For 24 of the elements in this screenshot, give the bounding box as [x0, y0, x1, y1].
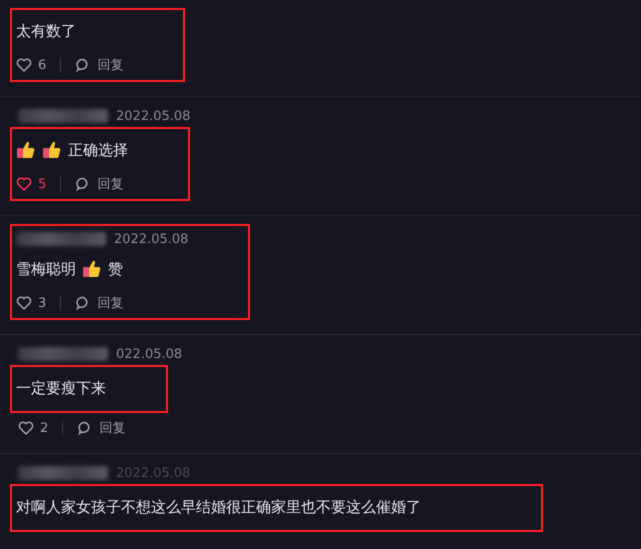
reply-link[interactable]: 回复: [97, 56, 124, 74]
comment-text: 雪梅聪明: [16, 259, 76, 280]
comment-text: 正确选择: [68, 140, 128, 161]
comment-text: 太有数了: [16, 21, 76, 42]
heart-icon[interactable]: [16, 176, 32, 192]
thumbs-up-icon: [42, 140, 62, 160]
thumbs-up-icon: [16, 140, 36, 160]
reply-link[interactable]: 回复: [97, 294, 124, 312]
comment-text: 一定要瘦下来: [16, 378, 106, 399]
heart-icon[interactable]: [16, 295, 32, 311]
reply-link[interactable]: 回复: [97, 175, 124, 193]
heart-icon[interactable]: [18, 420, 34, 436]
comment-text: 对啊人家女孩子不想这么早结婚很正确家里也不要这么催婚了: [16, 497, 421, 518]
reply-link[interactable]: 回复: [99, 419, 126, 437]
comment-text: 赞: [108, 259, 123, 280]
like-count: 5: [38, 176, 46, 192]
like-count: 3: [38, 296, 46, 310]
comment-date: 022.05.08: [116, 346, 182, 362]
heart-icon[interactable]: [16, 57, 32, 73]
comment-date: 2022.05.08: [116, 108, 190, 124]
thumbs-up-icon: [82, 259, 102, 279]
like-count: 6: [38, 58, 46, 72]
comment-date: 2022.05.08: [114, 232, 188, 246]
like-count: 2: [40, 420, 48, 436]
